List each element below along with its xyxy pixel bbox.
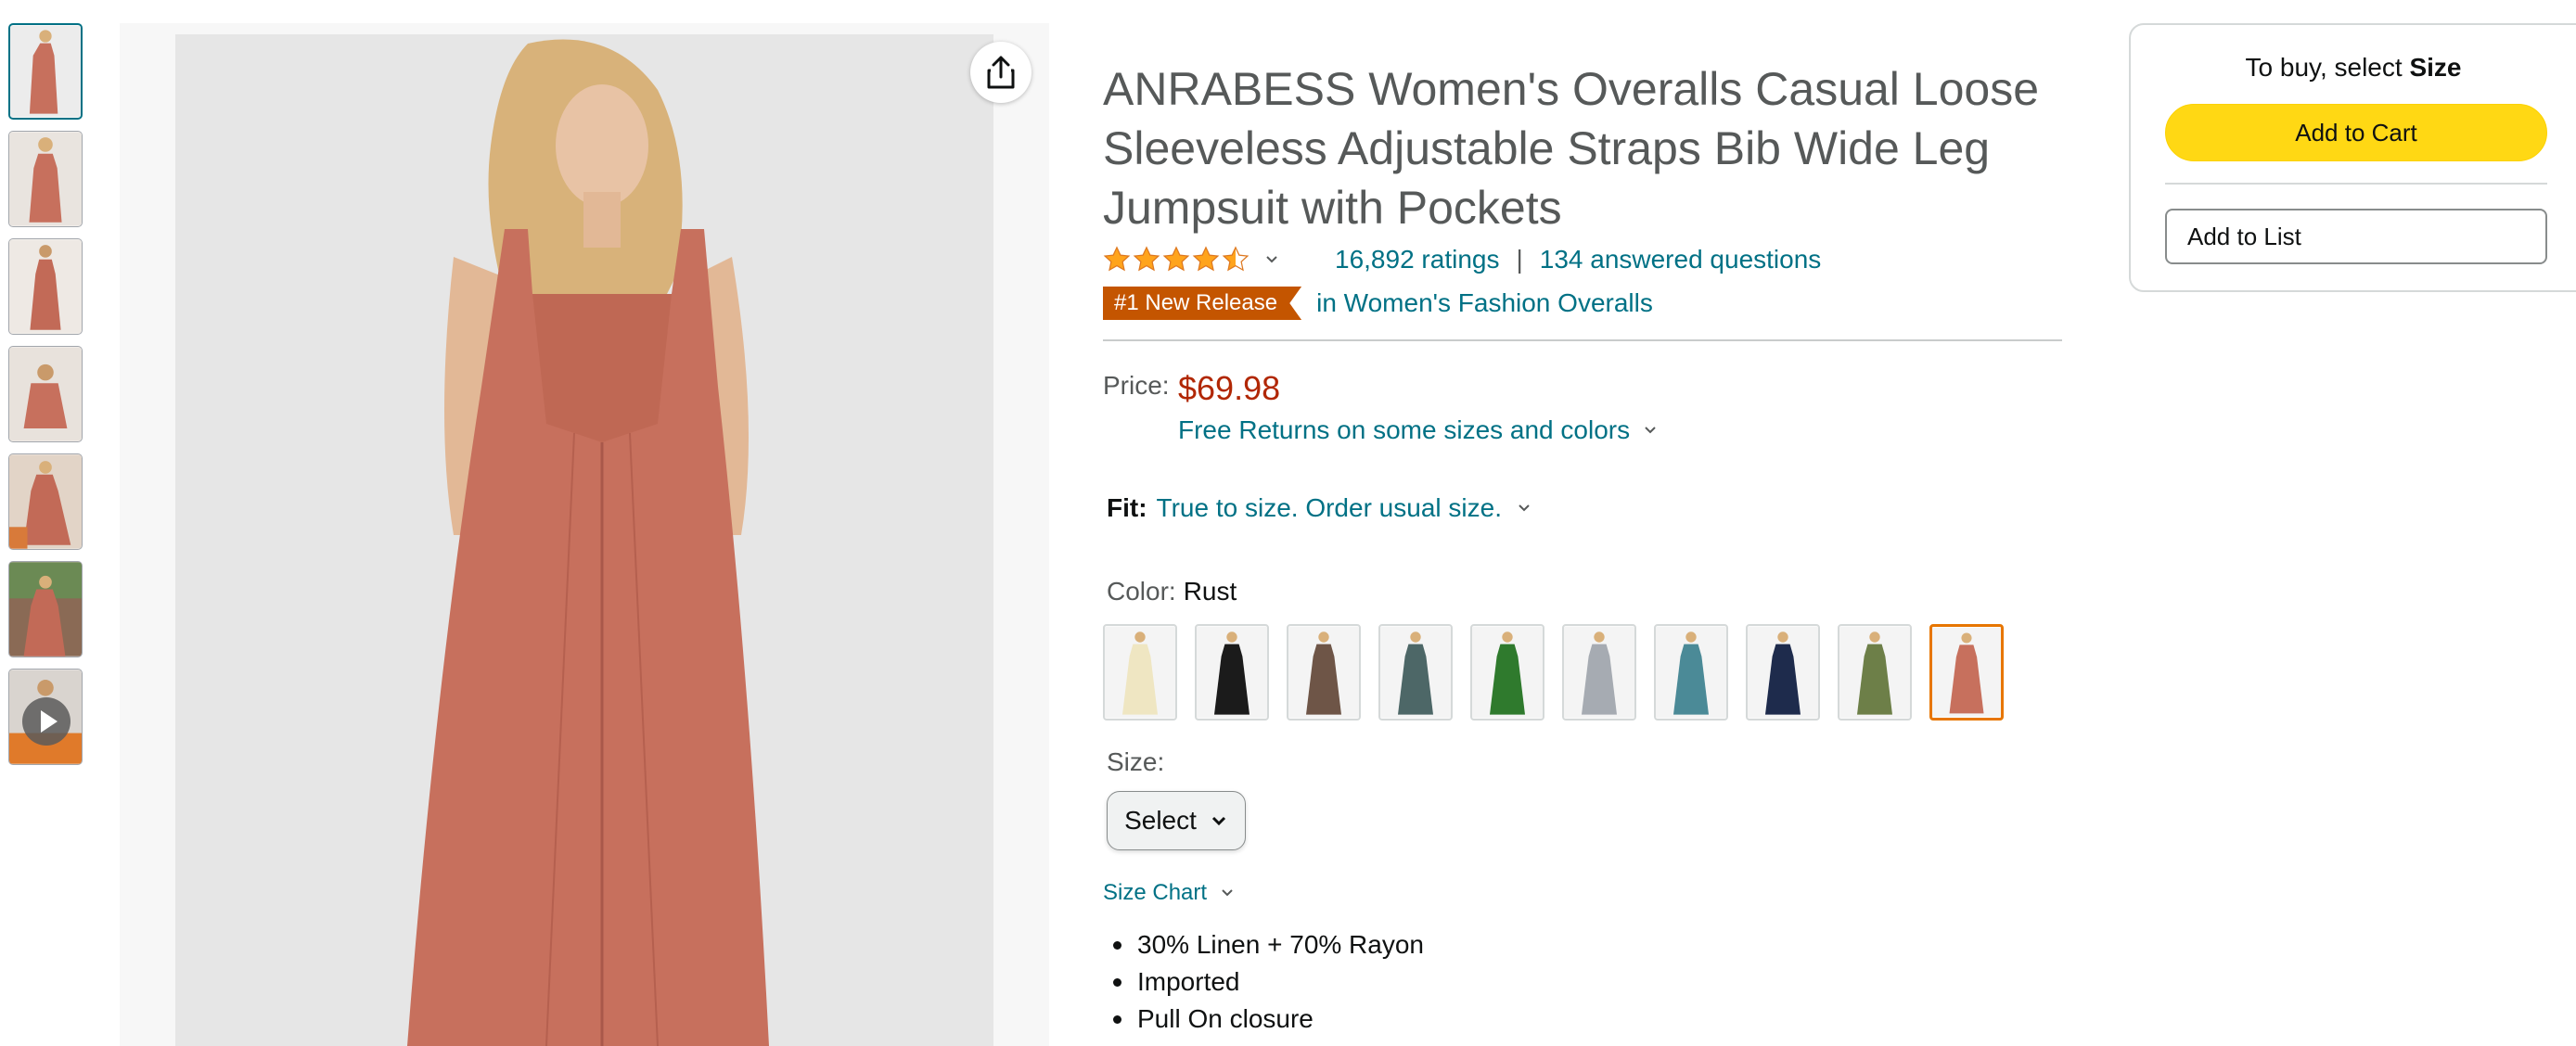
- feature-bullets: 30% Linen + 70% Rayon Imported Pull On c…: [1113, 926, 1424, 1038]
- free-returns-text: Free Returns on some sizes and colors: [1178, 415, 1631, 444]
- color-swatch-green[interactable]: [1470, 624, 1544, 721]
- rating-row: 16,892 ratings | 134 answered questions: [1103, 241, 1821, 278]
- color-value: Rust: [1183, 577, 1237, 606]
- color-swatch-light-gray[interactable]: [1562, 624, 1636, 721]
- chevron-down-icon: [1645, 427, 1656, 434]
- product-title: ANRABESS Women's Overalls Casual Loose S…: [1103, 63, 2040, 234]
- add-to-cart-button[interactable]: Add to Cart: [2165, 104, 2547, 161]
- color-swatch-teal[interactable]: [1654, 624, 1728, 721]
- list-item: 30% Linen + 70% Rayon: [1113, 926, 1424, 963]
- price: $69.98: [1178, 369, 1281, 407]
- color-swatch-brown[interactable]: [1287, 624, 1361, 721]
- list-item: Pull On closure: [1113, 1001, 1424, 1038]
- size-dropdown[interactable]: Select: [1107, 791, 1246, 850]
- thumbnail-1[interactable]: [8, 23, 83, 120]
- best-seller-row: #1 New Release in Women's Fashion Overal…: [1103, 285, 1653, 322]
- star-icon: [1103, 246, 1131, 272]
- separator: |: [1516, 245, 1523, 274]
- thumbnail-5[interactable]: [8, 453, 83, 550]
- thumbnail-2[interactable]: [8, 131, 83, 227]
- play-icon: [22, 697, 70, 746]
- share-icon: [987, 56, 1015, 89]
- fit-label: Fit:: [1107, 493, 1147, 522]
- buy-prompt: To buy, select Size: [2131, 53, 2576, 83]
- add-to-list-button[interactable]: Add to List: [2165, 209, 2547, 264]
- main-product-image[interactable]: [175, 34, 993, 1046]
- chevron-down-icon: [1519, 504, 1530, 512]
- color-swatch-navy[interactable]: [1746, 624, 1820, 721]
- list-item: Imported: [1113, 963, 1424, 1001]
- size-dropdown-value: Select: [1124, 806, 1197, 835]
- color-swatch-black[interactable]: [1195, 624, 1269, 721]
- half-star-icon: [1222, 246, 1250, 272]
- color-swatches: [1103, 624, 2021, 721]
- divider: [2165, 183, 2547, 185]
- free-returns-link[interactable]: Free Returns on some sizes and colors: [1178, 415, 1658, 445]
- star-icon: [1162, 246, 1190, 272]
- star-rating[interactable]: [1103, 246, 1251, 274]
- size-chart-link[interactable]: Size Chart: [1103, 880, 1235, 906]
- size-label: Size:: [1107, 747, 1165, 776]
- chevron-down-icon[interactable]: [1264, 252, 1279, 267]
- star-icon: [1192, 246, 1220, 272]
- chevron-down-icon: [1222, 889, 1233, 897]
- color-swatch-slate-green[interactable]: [1378, 624, 1453, 721]
- divider: [1103, 339, 2062, 341]
- fit-value: True to size. Order usual size.: [1156, 493, 1502, 522]
- buy-box: To buy, select Size Add to Cart Add to L…: [2129, 23, 2576, 292]
- category-link[interactable]: in Women's Fashion Overalls: [1316, 288, 1653, 318]
- color-row: Color: Rust: [1107, 577, 1237, 606]
- color-label: Color:: [1107, 577, 1176, 606]
- share-button[interactable]: [970, 42, 1032, 103]
- size-chart-text: Size Chart: [1103, 880, 1208, 905]
- thumbnail-video[interactable]: [8, 669, 83, 765]
- color-swatch-cream[interactable]: [1103, 624, 1177, 721]
- color-swatch-olive[interactable]: [1838, 624, 1912, 721]
- thumbnail-6[interactable]: [8, 561, 83, 657]
- star-icon: [1133, 246, 1160, 272]
- fit-info[interactable]: Fit: True to size. Order usual size.: [1107, 493, 1532, 523]
- ratings-count-link[interactable]: 16,892 ratings: [1335, 245, 1499, 274]
- answered-questions-link[interactable]: 134 answered questions: [1540, 245, 1822, 274]
- price-label: Price:: [1103, 371, 1170, 400]
- buy-prompt-size: Size: [2409, 53, 2462, 82]
- chevron-down-icon: [1211, 816, 1225, 826]
- thumbnail-3[interactable]: [8, 238, 83, 335]
- color-swatch-rust[interactable]: [1929, 624, 2004, 721]
- new-release-badge[interactable]: #1 New Release: [1103, 287, 1302, 320]
- buy-prompt-prefix: To buy, select: [2245, 53, 2410, 82]
- thumbnail-4[interactable]: [8, 346, 83, 442]
